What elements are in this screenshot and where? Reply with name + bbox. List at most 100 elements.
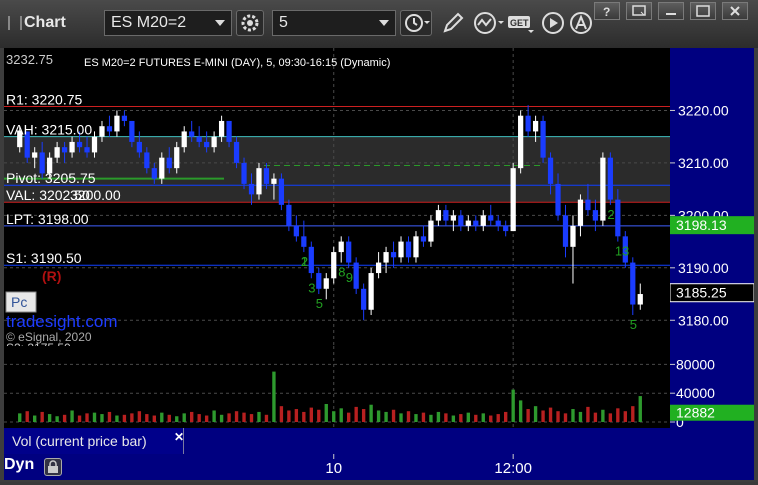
- volume-chart[interactable]: [4, 346, 670, 428]
- minimize-icon[interactable]: [658, 2, 684, 20]
- candle-body: [630, 262, 636, 305]
- candle-body: [316, 273, 322, 289]
- candle-body: [390, 252, 397, 258]
- candle-body: [607, 157, 613, 200]
- candle-body: [204, 141, 210, 148]
- candle-body: [518, 115, 524, 169]
- last-price-marker-label: 3185.25: [676, 285, 727, 301]
- candle-body: [600, 157, 606, 221]
- settings-icon[interactable]: [236, 10, 264, 36]
- candle-body: [353, 262, 359, 289]
- alert-icon[interactable]: [568, 10, 594, 36]
- tradesight-watermark: tradesight.com: [6, 312, 118, 331]
- candle-body: [443, 210, 449, 221]
- volume-current-marker-label: 12882: [676, 405, 715, 421]
- toolbar: Chart ES M20=2 5 GET ?: [0, 0, 758, 48]
- candle-body: [278, 178, 285, 205]
- candle-body: [346, 241, 352, 263]
- restore-icon[interactable]: [626, 2, 652, 20]
- candle-body: [84, 147, 90, 153]
- clock-icon[interactable]: [400, 10, 432, 36]
- pencil-icon[interactable]: [440, 10, 466, 36]
- candle-body: [495, 220, 501, 226]
- level-label-r1: R1: 3220.75: [6, 92, 82, 108]
- play-icon[interactable]: [540, 10, 566, 36]
- candle-body: [450, 215, 456, 221]
- candle-body: [555, 183, 561, 216]
- candle-body: [488, 215, 494, 221]
- chevron-down-icon: [379, 20, 389, 26]
- interval-dropdown[interactable]: 5: [272, 10, 396, 36]
- level-label-lpt: LPT: 3198.00: [6, 211, 89, 227]
- drag-grip-icon[interactable]: [8, 16, 22, 30]
- candle-body: [54, 147, 60, 158]
- candle-body: [428, 220, 434, 242]
- candle-body: [233, 141, 240, 163]
- time-axis[interactable]: 1012:0011: [4, 454, 745, 480]
- candle-body: [69, 141, 75, 153]
- candle-body: [248, 183, 255, 195]
- candle-body: [32, 152, 38, 158]
- candle-body: [615, 199, 621, 237]
- setup-count-digit: 5: [316, 296, 323, 311]
- candle-body: [211, 136, 217, 148]
- dynamic-status-label: Dyn: [4, 456, 35, 473]
- candle-body: [263, 168, 270, 184]
- volume-axis[interactable]: 0 40000 80000 12882: [670, 346, 754, 430]
- candle-body: [420, 236, 427, 242]
- close-icon[interactable]: [722, 2, 748, 20]
- setup-count-digit: 2: [607, 207, 614, 222]
- pc-badge-label: Pc: [11, 294, 27, 310]
- chart-title: ES M20=2 FUTURES E-MINI (DAY), 5, 09:30-…: [84, 57, 390, 69]
- candle-body: [159, 157, 165, 179]
- candle-body: [301, 236, 307, 247]
- get-icon[interactable]: GET: [506, 10, 536, 36]
- window-title: Chart: [24, 14, 66, 31]
- candle-body: [151, 168, 157, 179]
- candle-body: [61, 147, 68, 153]
- setup-count-digit: 3: [308, 280, 315, 295]
- candle-body: [577, 199, 584, 226]
- candle-body: [532, 120, 539, 132]
- setup-count-digit: 13: [615, 244, 629, 259]
- help-icon[interactable]: ?: [594, 2, 620, 20]
- volume-tick-label: 80000: [676, 356, 715, 372]
- high-value-label: 3232.75: [6, 52, 53, 67]
- candle-body: [106, 126, 113, 132]
- setup-count-digit: 2: [301, 254, 308, 269]
- candle-body: [256, 168, 262, 195]
- chevron-down-icon: [215, 20, 225, 26]
- level-label-s1: S1: 3190.50: [6, 250, 82, 266]
- price-chart-svg: R1: 3220.75VAH: 3215.00Pivot: 3205.75VAL…: [4, 48, 670, 346]
- time-tick-label: 10: [325, 460, 342, 477]
- candle-body: [361, 288, 367, 310]
- val-overlap-label: 3200.00: [70, 187, 121, 203]
- candle-body: [129, 120, 135, 142]
- volume-study-label: Vol (current price bar): [12, 433, 147, 449]
- candle-body: [196, 136, 202, 142]
- candle-body: [293, 225, 299, 237]
- candle-body: [114, 115, 120, 132]
- candle-body: [99, 126, 105, 137]
- candle-body: [91, 136, 98, 153]
- setup-count-digit: 5: [630, 317, 637, 332]
- candle-body: [368, 273, 374, 310]
- price-tick-label: 3220.00: [678, 102, 729, 118]
- maximize-icon[interactable]: [690, 2, 716, 20]
- price-axis[interactable]: 3180.00 3190.00 3200.00 3210.00 3220.00 3198.…: [669, 48, 755, 346]
- lock-icon[interactable]: [44, 458, 62, 476]
- candle-body: [323, 278, 329, 289]
- symbol-dropdown[interactable]: ES M20=2: [104, 10, 232, 36]
- price-chart[interactable]: R1: 3220.75 VAH: 3215.00 Pivot: 3205.75 VAL…: [4, 48, 670, 346]
- price-axis-svg: 3180.003190.003200.003210.003220.003198.…: [669, 102, 755, 328]
- close-icon[interactable]: ✕: [174, 430, 184, 444]
- candle-body: [480, 215, 486, 226]
- candle-body: [331, 252, 337, 279]
- candle-body: [121, 115, 128, 121]
- price-tick-label: 3190.00: [678, 260, 729, 276]
- candle-body: [383, 252, 389, 263]
- level-price-marker-label: 3198.13: [676, 217, 727, 233]
- candle-body: [308, 246, 314, 274]
- study-icon[interactable]: [472, 10, 506, 36]
- volume-study-tab[interactable]: Vol (current price bar): [4, 428, 184, 454]
